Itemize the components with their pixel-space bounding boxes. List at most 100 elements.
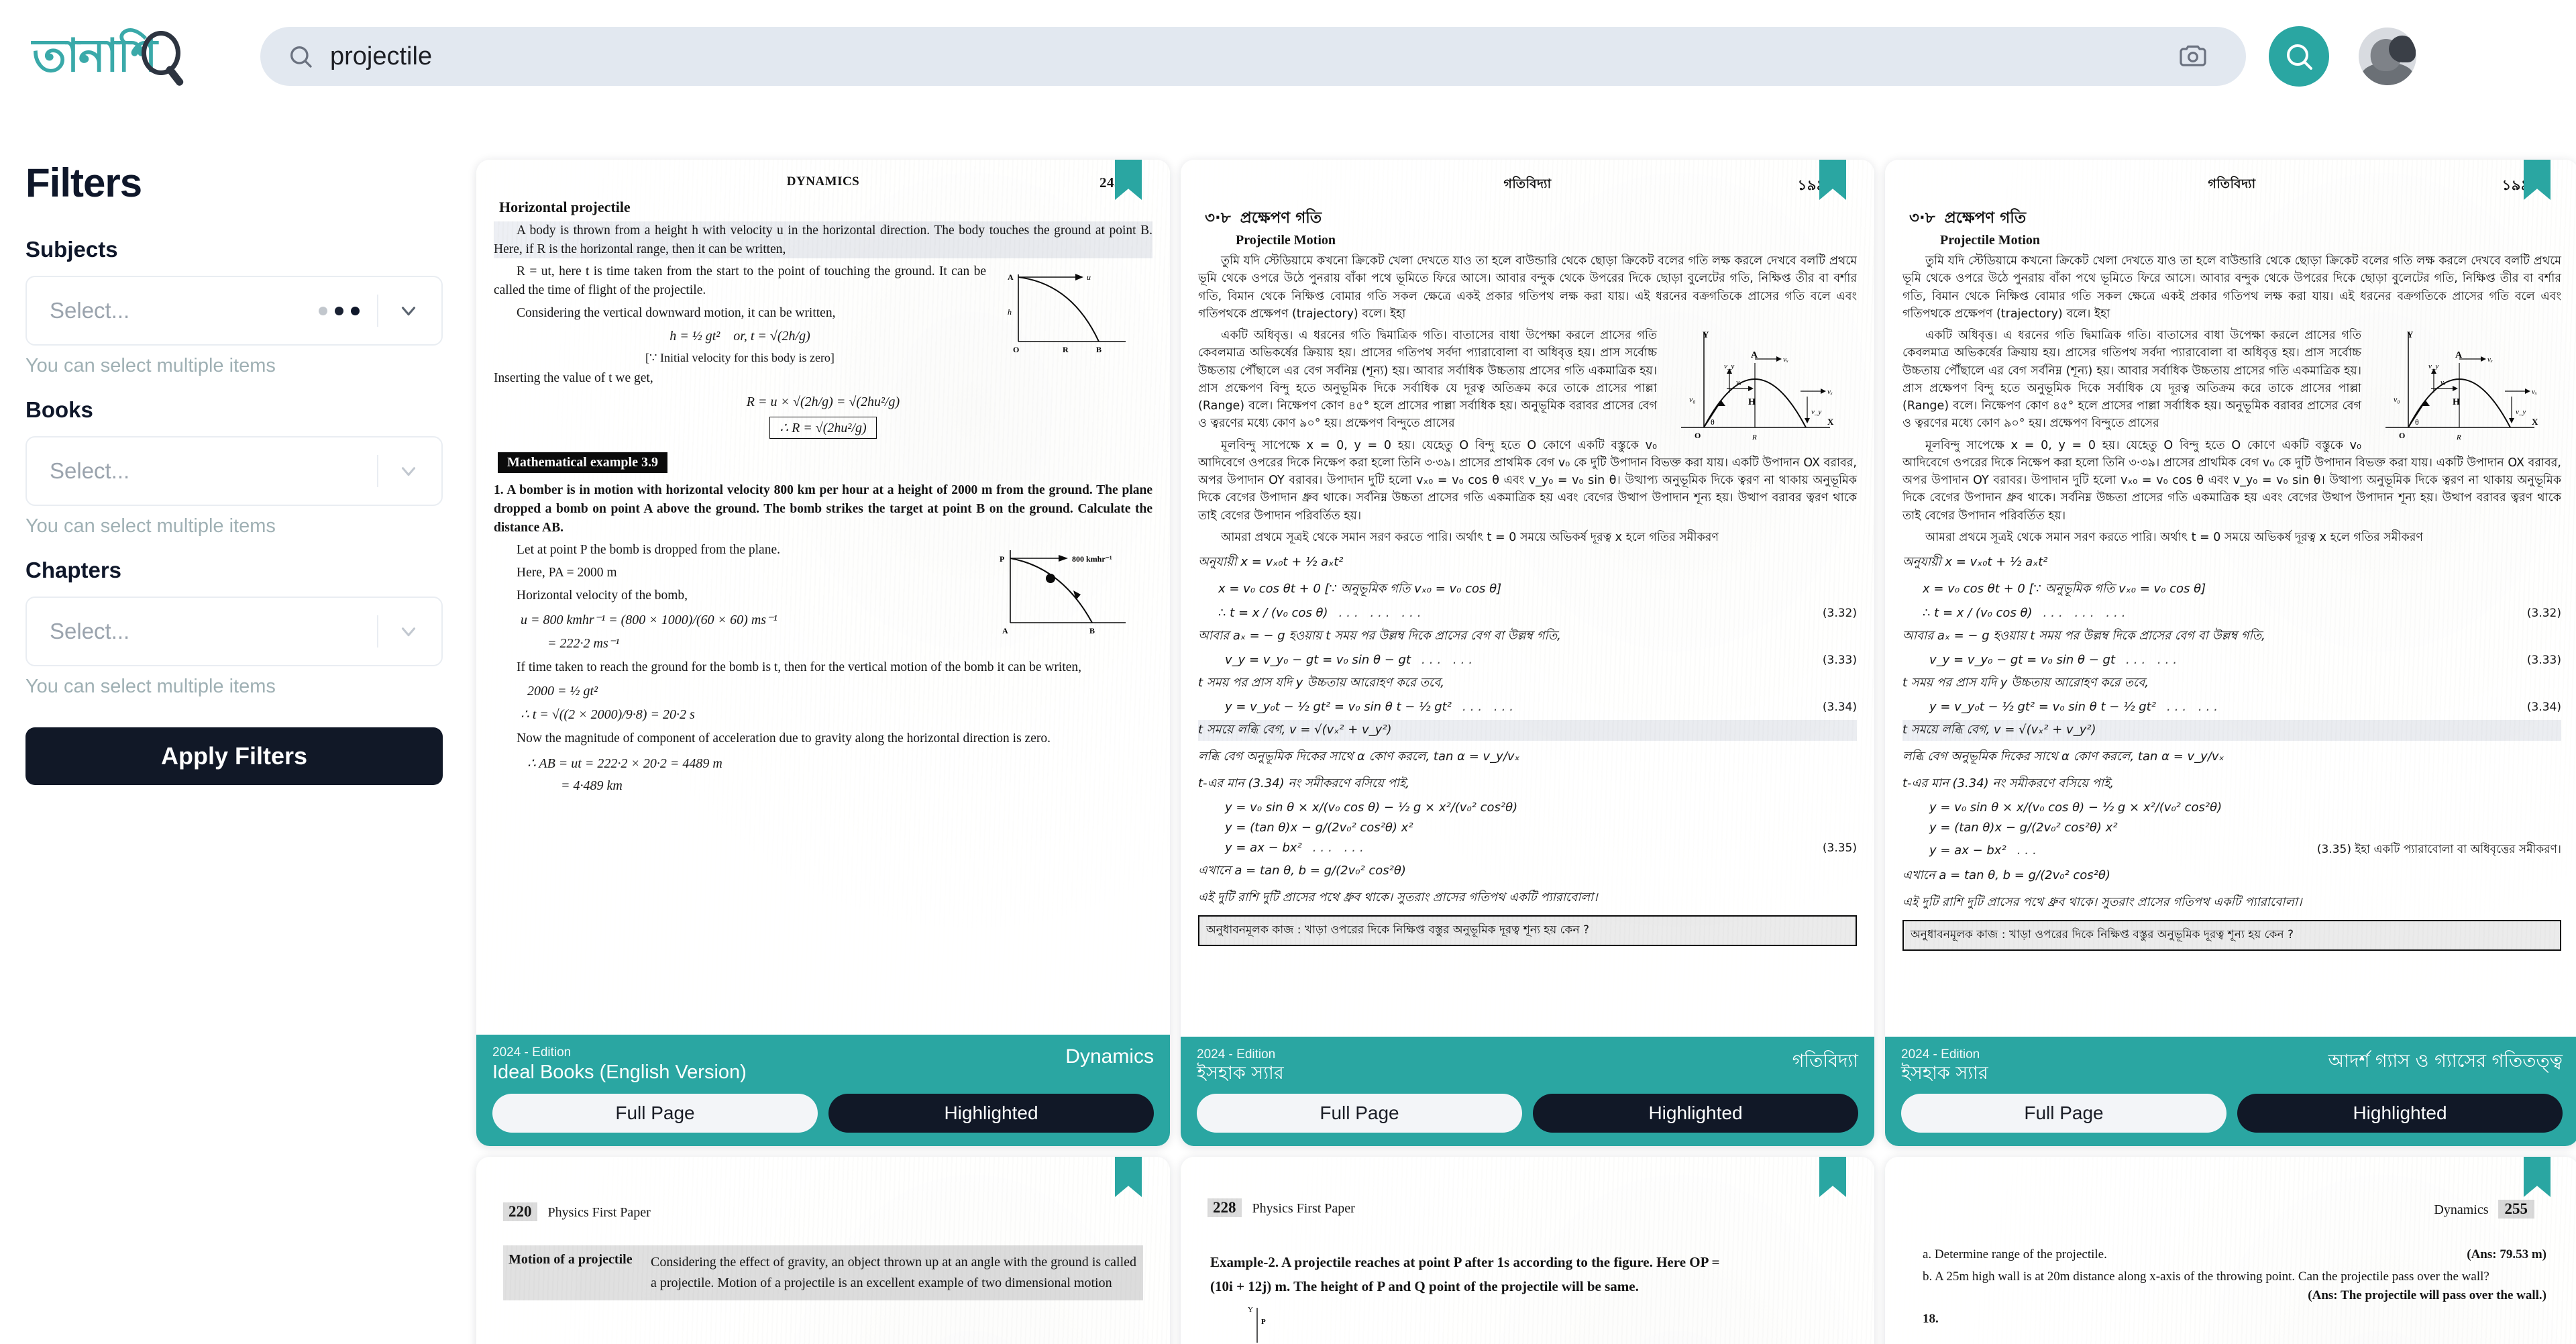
chapters-placeholder: Select... — [50, 619, 130, 643]
answer-label: (Ans: The projectile will pass over the … — [2308, 1288, 2546, 1302]
equation: অনুযায়ী x = vₓ₀t + ½ aₓt² — [1198, 555, 1344, 569]
card-footer: 2024 - Edition Ideal Books (English Vers… — [476, 1035, 1170, 1146]
subjects-select[interactable]: Select... — [25, 276, 443, 346]
chevron-down-icon[interactable] — [397, 620, 420, 643]
filters-sidebar: Filters Subjects Select... You can selec… — [0, 113, 463, 1344]
equation: t সময় পর প্রাস যদি y উচ্চতায় আরোহণ করে… — [1198, 676, 1445, 690]
edition-label: 2024 - Edition — [1197, 1047, 1276, 1062]
equation: লব্ধি বেগ অনুভূমিক দিকের সাথে α কোণ করলে… — [1902, 749, 2224, 764]
highlighted-button[interactable]: Highlighted — [1533, 1094, 1858, 1133]
example-line: Now the magnitude of component of accele… — [517, 731, 1051, 745]
page-number: 228 — [1208, 1198, 1242, 1217]
svg-text:Y: Y — [1703, 329, 1709, 340]
result-card[interactable]: গতিবিদ্যা ১৯৯ ৩·৮ প্রক্ষেপণ গতি Projecti… — [1181, 160, 1874, 1146]
chapter-title: আদর্শ গ্যাস ও গ্যাসের গতিতত্ত্ব — [2328, 1050, 2563, 1072]
result-card[interactable]: Dynamics 255 a. Determine range of the p… — [1885, 1157, 2576, 1344]
equation: ∴ t = x / (v₀ cos θ)... ... ... (3.32) — [1923, 606, 2561, 620]
svg-text:P: P — [1261, 1318, 1266, 1326]
svg-text:v₀: v₀ — [1689, 395, 1696, 404]
svg-text:v_y: v_y — [2516, 408, 2526, 416]
camera-icon[interactable] — [2169, 33, 2216, 80]
example-line: Example-2. A projectile reaches at point… — [1210, 1254, 1720, 1270]
books-hint: You can select multiple items — [25, 515, 276, 537]
section-title-en: Projectile Motion — [1236, 233, 1336, 248]
review-question-box: অনুধাবনমূলক কাজ : খাড়া ওপরের দিকে নিক্ষ… — [1902, 920, 2561, 951]
svg-text:vₓ: vₓ — [2532, 388, 2537, 396]
card-footer: 2024 - Edition ইসহাক স্যার আদর্শ গ্যাস ও… — [1885, 1036, 2576, 1146]
result-card[interactable]: 228 Physics First Paper Example-2. A pro… — [1181, 1157, 1874, 1344]
chapters-select[interactable]: Select... — [25, 597, 443, 666]
filters-title: Filters — [25, 160, 142, 205]
svg-text:X: X — [1827, 417, 1834, 427]
filter-group-books: Books Select... You can select multiple … — [25, 397, 443, 537]
document-preview: DYNAMICS 243 Horizontal projectile A bod… — [476, 160, 1170, 1035]
svg-text:h: h — [1008, 307, 1012, 317]
document-preview: Dynamics 255 a. Determine range of the p… — [1885, 1157, 2576, 1344]
equation: x = v₀ cos θt + 0 [∵ অনুভূমিক গতি vₓ₀ = … — [1923, 582, 2206, 596]
book-title: ইসহাক স্যার — [1901, 1062, 1988, 1084]
equation: y = v_y₀t − ½ gt² = v₀ sin θ t − ½ gt²..… — [1225, 700, 1857, 714]
chapter-title: গতিবিদ্যা — [1792, 1050, 1858, 1072]
chevron-down-icon[interactable] — [397, 299, 420, 322]
brand-logo[interactable]: তানাশি — [32, 19, 233, 93]
svg-text:B: B — [1096, 345, 1102, 354]
equation: = 4·489 km — [561, 778, 623, 793]
search-bar[interactable] — [260, 27, 2246, 86]
search-submit-button[interactable] — [2269, 26, 2329, 87]
book-title: ইসহাক স্যার — [1197, 1062, 1284, 1084]
equation: y = (tan θ)x − g/(2v₀² cos²θ) x² — [1929, 821, 2118, 835]
edition-label: 2024 - Edition — [1901, 1047, 1980, 1062]
equation: y = v_y₀t − ½ gt² = v₀ sin θ t − ½ gt²..… — [1929, 700, 2561, 714]
user-avatar[interactable] — [2359, 28, 2416, 85]
divider — [377, 455, 378, 487]
result-card[interactable]: DYNAMICS 243 Horizontal projectile A bod… — [476, 160, 1170, 1146]
equation: v_y = v_y₀ − gt = v₀ sin θ − gt... ... (3… — [1225, 653, 1857, 667]
equation: 2000 = ½ gt² — [527, 683, 598, 699]
chevron-down-icon[interactable] — [397, 460, 420, 482]
equation: x = v₀ cos θt + 0 [∵ অনুভূমিক গতি vₓ₀ = … — [1218, 582, 1502, 596]
svg-text:vₓ: vₓ — [2440, 378, 2446, 386]
svg-text:R: R — [2456, 433, 2461, 442]
document-preview: 228 Physics First Paper Example-2. A pro… — [1181, 1157, 1874, 1344]
result-card[interactable]: গতিবিদ্যা ১৯৯ ৩·৮ প্রক্ষেপণ গতি Projecti… — [1885, 160, 2576, 1146]
svg-text:A: A — [1002, 626, 1008, 635]
full-page-button[interactable]: Full Page — [1901, 1094, 2226, 1133]
svg-text:v₀: v₀ — [2394, 395, 2400, 404]
equation: R = u × √(2h/g) = √(2hu²/g) — [746, 395, 900, 410]
books-select[interactable]: Select... — [25, 436, 443, 506]
subjects-placeholder: Select... — [50, 298, 130, 323]
filter-group-subjects: Subjects Select... You can select multip… — [25, 237, 443, 377]
paragraph: তুমি যদি স্টেডিয়ামে কখনো ক্রিকেট খেলা দ… — [1198, 254, 1857, 321]
highlighted-button[interactable]: Highlighted — [828, 1094, 1154, 1133]
svg-text:vₓ: vₓ — [1827, 388, 1833, 396]
equation: এই দুটি রাশি দুটি প্রাসের পথে ধ্রুব থাকে… — [1902, 895, 2302, 909]
paragraph: তুমি যদি স্টেডিয়ামে কখনো ক্রিকেট খেলা দ… — [1902, 254, 2561, 321]
figure-horizontal-projectile: A u h O R B — [998, 262, 1132, 356]
term-definition: Considering the effect of gravity, an ob… — [651, 1255, 1136, 1290]
result-card[interactable]: 220 Physics First Paper Motion of a proj… — [476, 1157, 1170, 1344]
svg-text:R: R — [1063, 345, 1069, 354]
search-input[interactable] — [330, 42, 2169, 71]
equation: ∴ R = √(2hu²/g) — [494, 417, 1152, 440]
full-page-button[interactable]: Full Page — [1197, 1094, 1522, 1133]
svg-text:800 kmhr⁻¹: 800 kmhr⁻¹ — [1072, 554, 1112, 564]
app-header: তানাশি — [0, 0, 2576, 113]
apply-filters-button[interactable]: Apply Filters — [25, 727, 443, 785]
svg-text:vₓ: vₓ — [2487, 356, 2493, 364]
highlighted-button[interactable]: Highlighted — [2237, 1094, 2563, 1133]
svg-text:vₓ: vₓ — [1736, 378, 1741, 386]
svg-text:B: B — [1089, 626, 1095, 635]
equation: y = v₀ sin θ × x/(v₀ cos θ) − ½ g × x²/(… — [1225, 800, 1518, 815]
svg-text:vₓ: vₓ — [1783, 356, 1788, 364]
svg-text:θ: θ — [1711, 417, 1715, 427]
equation: y = v₀ sin θ × x/(v₀ cos θ) − ½ g × x²/(… — [1929, 800, 2222, 815]
loading-dots-icon — [319, 306, 360, 315]
books-placeholder: Select... — [50, 458, 130, 483]
svg-text:v_y: v_y — [1811, 408, 1821, 416]
search-results-grid: DYNAMICS 243 Horizontal projectile A bod… — [463, 113, 2576, 1344]
list-item: a. Determine range of the projectile. — [1923, 1247, 2107, 1261]
svg-text:Y: Y — [2407, 329, 2414, 340]
section-number: ৩·৮ — [1205, 209, 1231, 227]
paragraph: মূলবিন্দু সাপেক্ষে x = 0, y = 0 হয়। যেহ… — [1902, 438, 2561, 523]
full-page-button[interactable]: Full Page — [492, 1094, 818, 1133]
